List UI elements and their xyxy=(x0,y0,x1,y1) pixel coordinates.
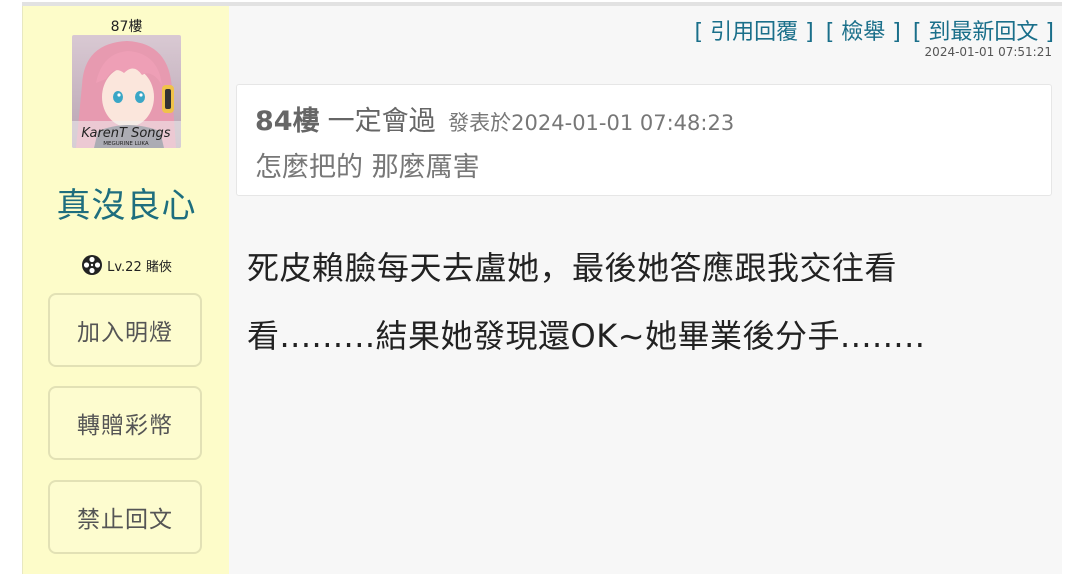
level-label: Lv.22 賭俠 xyxy=(107,259,172,275)
author-sidebar: 87樓 KarenT Songs MEGURINE LUKA 真沒良心 Lv.2… xyxy=(22,6,230,574)
post-timestamp: 2024-01-01 07:51:21 xyxy=(924,45,1052,59)
gift-coins-button[interactable]: 轉贈彩幣 xyxy=(48,386,202,460)
quote-header: 84樓 一定會過 發表於2024-01-01 07:48:23 xyxy=(255,99,734,138)
post-content: 死皮賴臉每天去盧她，最後她答應跟我交往看 看.........結果她發現還OK~… xyxy=(247,234,1047,370)
quote-reply-link[interactable]: [ 引用回覆 ] xyxy=(695,14,814,46)
user-level: Lv.22 賭俠 xyxy=(23,254,230,276)
content-line: 死皮賴臉每天去盧她，最後她答應跟我交往看 xyxy=(247,249,898,287)
floor-number: 87樓 xyxy=(110,19,143,35)
quote-text: 怎麼把的 那麼厲害 xyxy=(255,152,480,183)
add-lamp-button[interactable]: 加入明燈 xyxy=(48,293,202,367)
quoted-post[interactable]: 84樓 一定會過 發表於2024-01-01 07:48:23 怎麼把的 那麼厲害 xyxy=(236,84,1052,196)
post-frame: 87樓 KarenT Songs MEGURINE LUKA 真沒良心 Lv.2… xyxy=(0,0,1080,574)
avatar-subcaption: MEGURINE LUKA xyxy=(103,141,149,147)
block-reply-button[interactable]: 禁止回文 xyxy=(48,480,202,554)
avatar-caption: KarenT Songs xyxy=(81,126,170,141)
quote-author: 一定會過 xyxy=(327,106,436,137)
quote-meta: 發表於2024-01-01 07:48:23 xyxy=(448,111,735,135)
report-link[interactable]: [ 檢舉 ] xyxy=(826,14,901,46)
content-line: 看.........結果她發現還OK~她畢業後分手........ xyxy=(247,317,926,355)
latest-reply-link[interactable]: [ 到最新回文 ] xyxy=(913,14,1054,46)
author-name[interactable]: 真沒良心 xyxy=(23,178,230,227)
film-reel-icon xyxy=(82,255,103,275)
post-main: [ 引用回覆 ] [ 檢舉 ] [ 到最新回文 ] 2024-01-01 07:… xyxy=(229,6,1062,574)
avatar[interactable]: KarenT Songs MEGURINE LUKA xyxy=(72,35,181,148)
quote-floor: 84樓 xyxy=(255,106,320,137)
avatar-image: KarenT Songs MEGURINE LUKA xyxy=(72,35,181,148)
post-actions: [ 引用回覆 ] [ 檢舉 ] [ 到最新回文 ] xyxy=(695,14,1054,46)
